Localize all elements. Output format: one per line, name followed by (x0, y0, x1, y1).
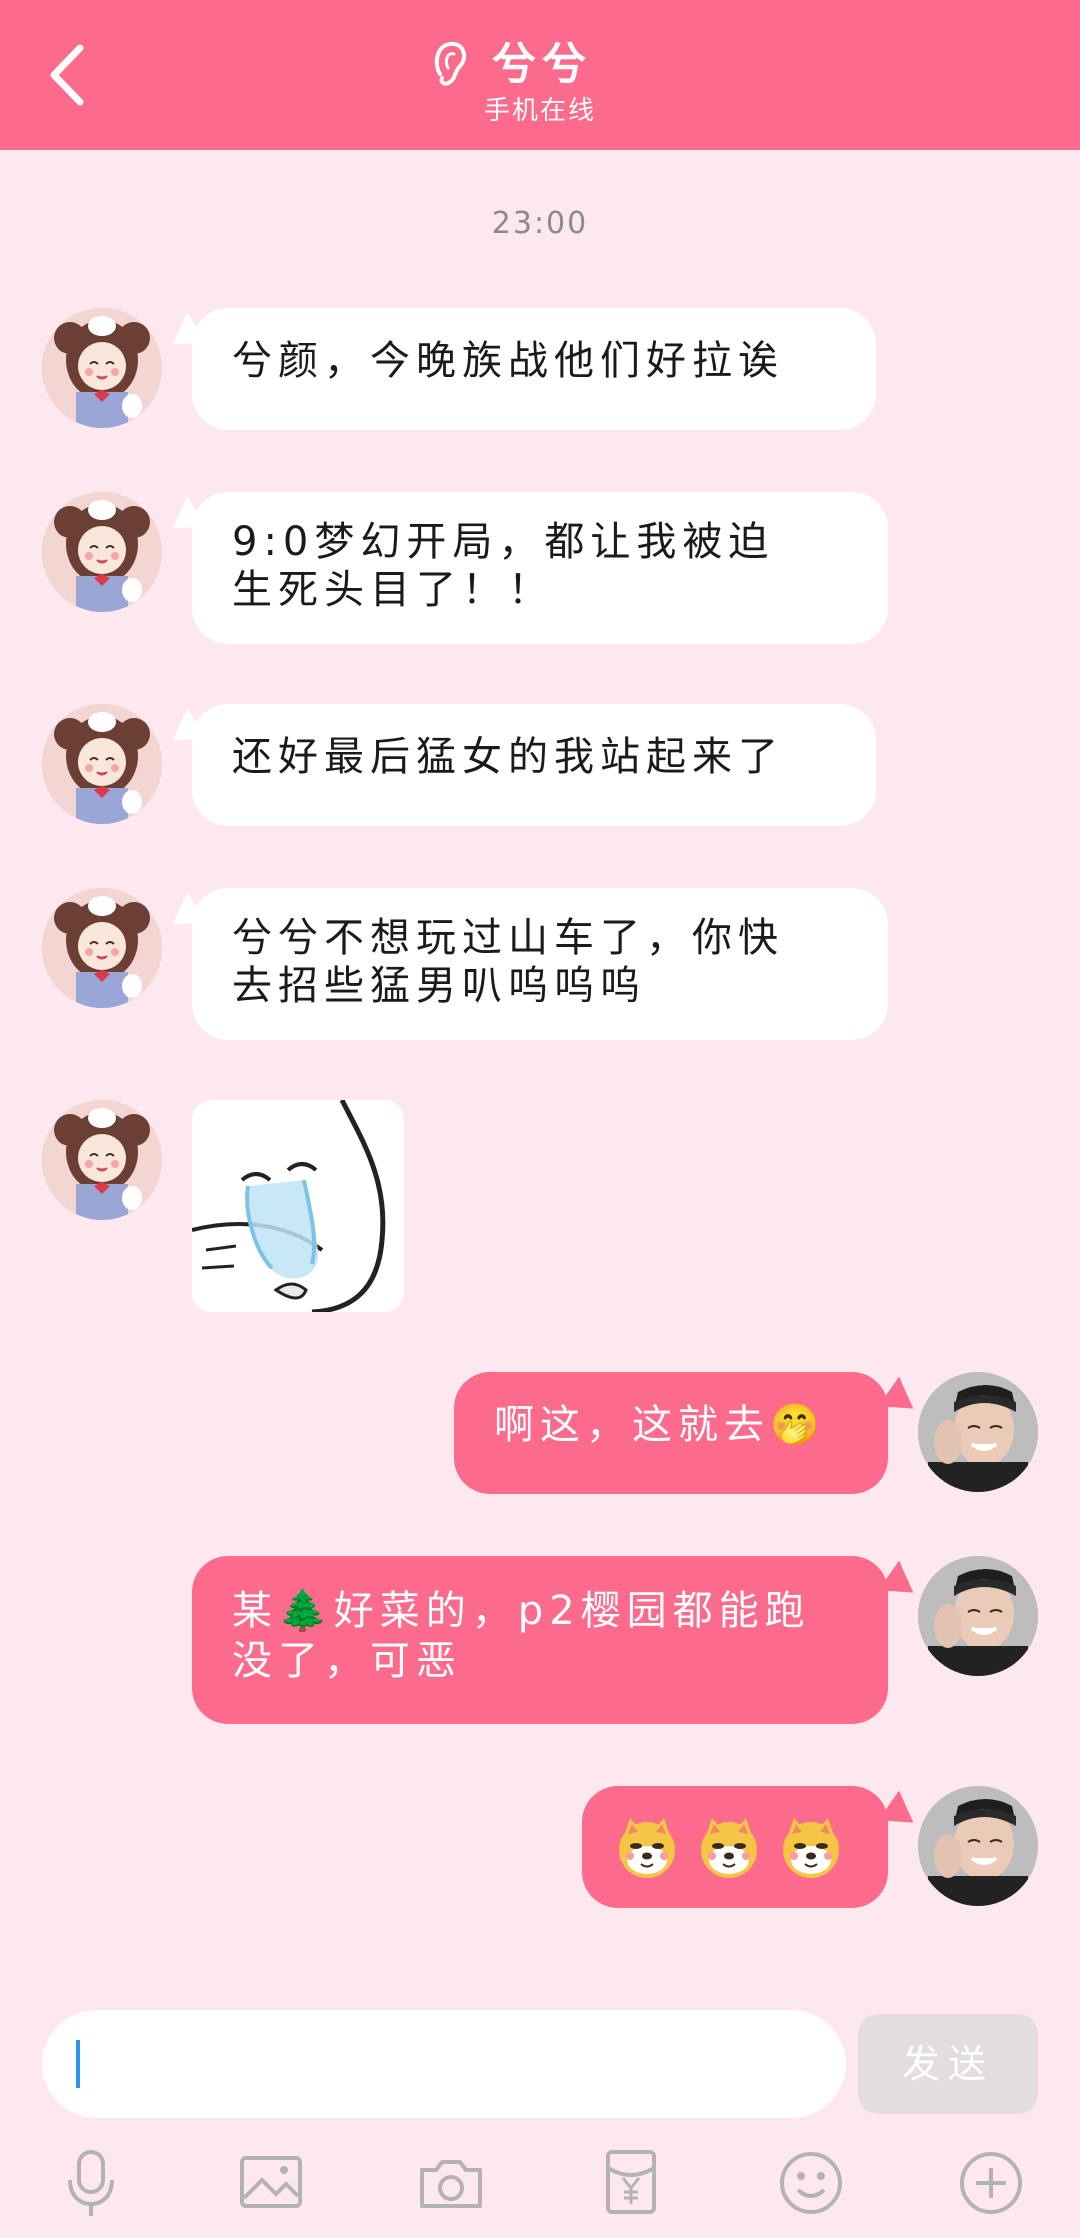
microphone-icon[interactable] (56, 2148, 126, 2218)
camera-icon[interactable] (416, 2148, 486, 2218)
message-text-line: 某🌲好菜的，p2樱园都能跑 (232, 1588, 811, 1634)
contact-avatar[interactable] (42, 888, 162, 1008)
emoji-row (614, 1814, 856, 1880)
my-avatar[interactable] (918, 1372, 1038, 1492)
send-button[interactable]: 发送 (858, 2014, 1038, 2114)
contact-avatar[interactable] (42, 1100, 162, 1220)
online-status: 手机在线 (484, 96, 597, 126)
contact-avatar[interactable] (42, 492, 162, 612)
chat-title-block[interactable]: 兮兮 手机在线 (430, 28, 670, 128)
plus-icon[interactable] (956, 2148, 1026, 2218)
chat-header: 兮兮 手机在线 (0, 0, 1080, 150)
contact-name: 兮兮 (492, 39, 592, 90)
message-text: 兮颜，今晚族战他们好拉诶 (232, 338, 784, 384)
message-text-line: 没了，可恶 (232, 1638, 462, 1684)
message-bubble-outgoing[interactable]: 某🌲好菜的，p2樱园都能跑 没了，可恶 (192, 1556, 888, 1724)
doge-emoji (618, 1817, 676, 1879)
message-text-line: 兮兮不想玩过山车了，你快 (232, 915, 784, 961)
doge-emoji (782, 1817, 840, 1879)
message-text: 啊这，这就去🤭 (494, 1402, 826, 1448)
my-avatar[interactable] (918, 1556, 1038, 1676)
image-icon[interactable] (236, 2148, 306, 2218)
message-text-line: 9:0梦幻开局，都让我被迫 (232, 519, 775, 565)
message-text: 还好最后猛女的我站起来了 (232, 734, 784, 780)
chevron-left-icon[interactable] (44, 40, 94, 110)
message-bubble-incoming[interactable]: 9:0梦幻开局，都让我被迫 生死头目了！！ (192, 492, 888, 644)
message-bubble-incoming[interactable]: 兮颜，今晚族战他们好拉诶 (192, 308, 876, 430)
crying-cat-sticker[interactable] (192, 1100, 404, 1312)
message-bubble-incoming[interactable]: 还好最后猛女的我站起来了 (192, 704, 876, 826)
message-timestamp: 23:00 (491, 206, 589, 241)
text-cursor (76, 2040, 80, 2088)
message-bubble-outgoing[interactable]: 啊这，这就去🤭 (454, 1372, 888, 1494)
emoji-icon[interactable] (776, 2148, 846, 2218)
doge-emoji (700, 1817, 758, 1879)
message-bubble-outgoing[interactable] (582, 1786, 888, 1908)
composer-bar: 发送 (0, 1940, 1080, 2238)
ear-icon (434, 41, 467, 86)
message-input[interactable] (42, 2010, 846, 2118)
message-text-line: 生死头目了！！ (232, 567, 554, 613)
my-avatar[interactable] (918, 1786, 1038, 1906)
input-toolbar (0, 2140, 1080, 2238)
red-packet-icon[interactable] (596, 2148, 666, 2218)
message-bubble-incoming[interactable]: 兮兮不想玩过山车了，你快 去招些猛男叭呜呜呜 (192, 888, 888, 1040)
contact-avatar[interactable] (42, 704, 162, 824)
contact-avatar[interactable] (42, 308, 162, 428)
sticker-image (192, 1100, 404, 1312)
message-text-line: 去招些猛男叭呜呜呜 (232, 963, 646, 1009)
